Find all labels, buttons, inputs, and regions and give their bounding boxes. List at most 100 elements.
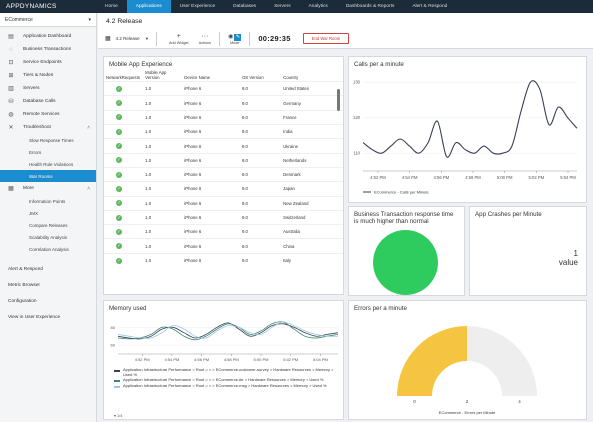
sidebar-item-metric-browser[interactable]: Metric Browser [0,277,96,293]
column-header[interactable]: Country [281,70,343,82]
sidebar-item-tiers-nodes[interactable]: ⊞ Tiers & Nodes [0,69,96,82]
table-row[interactable]: ✓ 1.0 iPhone 6 9.0 Italy [104,252,343,268]
mobile-app-experience-widget[interactable]: Mobile App Experience NetworkRequests Mob… [103,56,344,295]
nav-alert-respond[interactable]: Alert & Respond [403,0,456,13]
table-row[interactable]: ✓ 1.0 iPhone 6 9.0 Germany [104,95,343,111]
table-row[interactable]: ✓ 1.0 iPhone 6 9.0 Switzerland [104,209,343,225]
more-submenu: Information Points JMX Compare Releases Sca… [0,195,96,255]
sidebar-subitem-health-rule-violations[interactable]: Health Rule Violations [0,158,96,170]
sidebar-item-troubleshoot[interactable]: ✕ Troubleshoot ˄ [0,121,96,134]
table-cell: iPhone 6 [182,166,240,182]
x-tick-label: 4:52 PM [135,357,150,362]
sidebar-item-business-transactions[interactable]: ◌ Business Transactions [0,43,96,56]
sidebar-subitem-information-points[interactable]: Information Points [0,195,96,207]
sidebar-item-servers[interactable]: ▥ Servers [0,82,96,95]
nav-dashboards-reports[interactable]: Dashboards & Reports [337,0,404,13]
app-logo[interactable]: APPDYNAMICS [0,3,96,10]
table-row[interactable]: ✓ 1.0 iPhone 6 9.0 Ukraine [104,138,343,154]
check-icon: ✓ [116,114,122,121]
nav-home[interactable]: Home [96,0,127,13]
plus-icon: + [176,32,181,40]
sidebar-item-remote-services[interactable]: ◍ Remote Services [0,108,96,121]
table-cell: 1.0 [143,195,183,211]
nav-analytics[interactable]: Analytics [300,0,337,13]
nav-user-experience[interactable]: User Experience [171,0,224,13]
table-row[interactable]: ✓ 1.0 iPhone 6 9.0 India [104,124,343,139]
table-row[interactable]: ✓ 1.0 iPhone 6 9.0 New Zealand [104,195,343,211]
release-selector[interactable]: ▦ 4.2 Release ▾ [105,35,148,43]
calls-per-minute-widget[interactable]: Calls per a minute 110 120 130 4:52 PM 4:54 … [348,56,587,203]
column-header[interactable]: Mobile App Version [143,70,182,82]
table-cell: Germany [281,95,343,111]
add-widget-button[interactable]: + Add Widget [169,33,189,45]
column-header[interactable]: NetworkRequests [104,70,143,82]
sidebar-subitem-jmx[interactable]: JMX [0,207,96,219]
sidebar-item-database-calls[interactable]: ⛁ Database Calls [0,95,96,108]
scrollbar[interactable] [337,89,340,111]
table-row[interactable]: ✓ 1.0 iPhone 6 9.0 France [104,109,343,125]
sidebar-subitem-slow-response-times[interactable]: Slow Response Times [0,134,96,146]
legend-item[interactable]: Application Infrastructure Performance >… [114,367,342,377]
sidebar-item-service-endpoints[interactable]: ⊡ Service Endpoints [0,56,96,69]
health-status-widget[interactable]: Business Transaction response time is mu… [348,206,465,296]
main-area: 4.2 Release ▦ 4.2 Release ▾ + Add Widget… [98,13,593,422]
check-icon: ✓ [116,143,122,150]
toolbar-divider [249,31,251,46]
gauge-tick-label: 4 [518,399,521,404]
sidebar-subitem-errors[interactable]: Errors [0,146,96,158]
toolbar-divider [219,31,221,46]
sidebar-subitem-correlation-analysis[interactable]: Correlation Analysis [0,243,96,255]
legend-swatch [114,385,120,388]
table-row[interactable]: ✓ 1.0 iPhone 6 9.0 Netherlands [104,152,343,168]
table-row[interactable]: ✓ 1.0 iPhone 6 9.0 Australia [104,224,343,239]
memory-used-widget[interactable]: Memory used 60 80 4:52 PM 4:54 PM 4:56 PM 4:5… [103,300,344,420]
tiers-icon: ⊞ [8,72,14,79]
nav-databases[interactable]: Databases [224,0,265,13]
sidebar-item-alert-respond[interactable]: Alert & Respond [0,261,96,277]
memory-chart: 60 80 4:52 PM 4:54 PM 4:56 PM 4:58 PM 5:00 PM 5… [111,321,339,362]
troubleshoot-submenu: Slow Response Times Errors Health Rule Vio… [0,134,96,182]
application-selector[interactable]: ECommerce ▾ [0,13,96,27]
end-war-room-button[interactable]: End War Room [302,33,350,44]
table-header: NetworkRequests Mobile App Version Device … [104,70,343,82]
remote-icon: ◍ [8,111,14,118]
nav-servers[interactable]: Servers [265,0,300,13]
sidebar-item-label: Business Transactions [23,47,71,52]
page-title: 4.2 Release [98,13,593,29]
actions-button[interactable]: ··· Actions [199,33,211,45]
gauge-tick-label: 2 [466,399,469,404]
table-cell: 9.0 [239,166,282,182]
sidebar-item-view-in-user-experience[interactable]: View in User Experience [0,309,96,325]
column-header[interactable]: Device Name [182,70,240,82]
column-header[interactable]: OS Version [240,70,281,82]
check-icon: ✓ [116,243,122,250]
mode-toggle[interactable]: ◉ ✎ Mode [228,33,242,45]
application-name: ECommerce [5,16,33,23]
sidebar-item-more[interactable]: ▦ More ˄ [0,182,96,195]
table-row[interactable]: ✓ 1.0 iPhone 6 9.0 Japan [104,181,343,197]
status-cell: ✓ [104,109,144,125]
x-tick-label: 5:02 PM [283,357,298,362]
mode-label: Mode [229,40,240,45]
status-cell: ✓ [104,152,144,168]
table-row[interactable]: ✓ 1.0 iPhone 6 9.0 China [104,238,343,254]
table-cell: 1.0 [143,224,183,239]
table-cell: 9.0 [239,138,282,154]
legend-swatch [114,380,120,383]
table-cell: iPhone 6 [182,124,240,139]
nav-applications[interactable]: Applications [126,0,171,13]
sidebar-item-application-dashboard[interactable]: ▤ Application Dashboard [0,30,96,43]
legend-item[interactable]: Application Infrastructure Performance >… [114,383,342,389]
errors-per-minute-widget[interactable]: Errors per a minute 0 2 4 ECommerce - Error… [348,300,587,420]
sidebar-subitem-scalability-analysis[interactable]: Scalability Analysis [0,231,96,243]
table-cell: iPhone 6 [182,109,240,125]
toolbar: ▦ 4.2 Release ▾ + Add Widget ··· Actions… [98,29,593,49]
app-crashes-widget[interactable]: App Crashes per Minute 1 value [469,206,587,296]
sidebar-subitem-war-rooms[interactable]: War Rooms [0,170,96,182]
chevron-down-icon: ▾ [145,35,148,41]
sidebar-subitem-compare-releases[interactable]: Compare Releases [0,219,96,231]
sidebar-item-configuration[interactable]: Configuration [0,293,96,309]
table-row[interactable]: ✓ 1.0 iPhone 6 9.0 United States [104,81,343,96]
table-row[interactable]: ✓ 1.0 iPhone 6 9.0 Denmark [104,166,343,182]
legend-pager[interactable]: ▾ 1/4 [114,413,122,418]
